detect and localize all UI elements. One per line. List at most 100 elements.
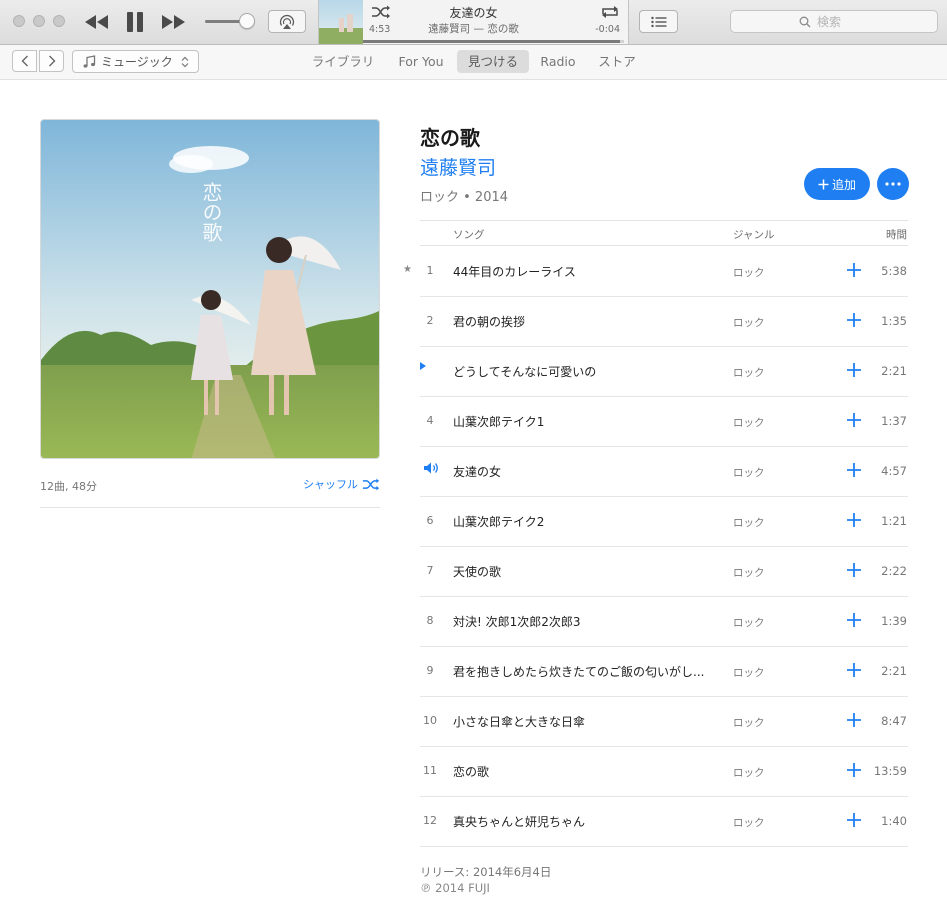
list-icon [650, 16, 666, 27]
tab-for-you[interactable]: For You [390, 50, 452, 73]
playback-progress-bar[interactable] [363, 40, 624, 43]
track-row[interactable]: 6 山葉次郎テイク2 ロック 1:21 [420, 497, 908, 547]
shuffle-button[interactable]: シャッフル [303, 476, 380, 492]
track-row[interactable]: 10 小さな日傘と大きな日傘 ロック 8:47 [420, 697, 908, 747]
ellipsis-icon [885, 182, 901, 186]
remaining-time: -0:04 [595, 24, 620, 35]
track-row[interactable]: どうしてそんなに可愛いの ロック 2:21 [420, 347, 908, 397]
navigation-bar: ミュージック ライブラリ For You 見つける Radio ストア [0, 45, 947, 80]
add-track-plus-icon[interactable] [845, 711, 863, 729]
track-genre: ロック [733, 717, 765, 729]
tab-radio[interactable]: Radio [533, 50, 583, 73]
track-genre: ロック [733, 517, 765, 529]
track-number: 12 [423, 814, 437, 827]
column-header-song[interactable]: ソング [453, 227, 485, 242]
track-duration: 4:57 [881, 464, 907, 478]
previous-track-button[interactable] [84, 12, 110, 32]
column-header-genre[interactable]: ジャンル [733, 227, 774, 242]
track-duration: 1:39 [881, 614, 907, 628]
track-number: 10 [423, 714, 437, 727]
tab-library[interactable]: ライブラリ [304, 50, 382, 73]
add-track-plus-icon[interactable] [845, 561, 863, 579]
track-row[interactable]: 4 山葉次郎テイク1 ロック 1:37 [420, 397, 908, 447]
track-duration: 2:22 [881, 564, 907, 578]
track-table-header: ソング ジャンル 時間 [420, 220, 908, 246]
track-title[interactable]: 山葉次郎テイク2 [453, 513, 713, 530]
divider [40, 507, 380, 508]
media-kind-label: ミュージック [101, 55, 173, 69]
shuffle-label: シャッフル [303, 478, 358, 491]
track-row[interactable]: 9 君を抱きしめたら炊きたてのご飯の匂いがし... ロック 2:21 [420, 647, 908, 697]
column-header-time[interactable]: 時間 [886, 227, 907, 242]
add-track-plus-icon[interactable] [845, 811, 863, 829]
track-row[interactable]: 12 真央ちゃんと妍児ちゃん ロック 1:40 [420, 797, 908, 847]
search-input[interactable] [817, 14, 869, 29]
track-row[interactable]: 11 恋の歌 ロック 13:59 [420, 747, 908, 797]
titlebar: 友達の女 遠藤賢司 — 恋の歌 4:53 -0:04 [0, 0, 947, 45]
track-genre: ロック [733, 367, 765, 379]
add-track-plus-icon[interactable] [845, 461, 863, 479]
add-track-plus-icon[interactable] [845, 761, 863, 779]
track-title[interactable]: どうしてそんなに可愛いの [453, 363, 713, 380]
volume-slider-knob[interactable] [239, 13, 255, 29]
track-number: 6 [426, 514, 434, 527]
fast-forward-icon [162, 15, 185, 29]
track-duration: 13:59 [873, 764, 907, 778]
track-title[interactable]: 山葉次郎テイク1 [453, 413, 713, 430]
more-options-button[interactable] [877, 168, 909, 200]
pause-button[interactable] [124, 10, 146, 34]
speaker-playing-icon [424, 462, 438, 474]
add-track-plus-icon[interactable] [845, 361, 863, 379]
track-title[interactable]: 君を抱きしめたら炊きたてのご飯の匂いがし... [453, 663, 713, 680]
add-track-plus-icon[interactable] [845, 411, 863, 429]
track-number: 2 [426, 314, 434, 327]
track-title[interactable]: 恋の歌 [453, 763, 713, 780]
add-track-plus-icon[interactable] [845, 661, 863, 679]
forward-button[interactable] [39, 50, 64, 72]
next-track-button[interactable] [160, 12, 186, 32]
track-title[interactable]: 44年目のカレーライス [453, 263, 713, 280]
add-track-plus-icon[interactable] [845, 611, 863, 629]
album-genre-year: ロック • 2014 [420, 190, 509, 205]
add-track-plus-icon[interactable] [845, 511, 863, 529]
artist-link[interactable]: 遠藤賢司 [420, 153, 496, 180]
track-genre: ロック [733, 767, 765, 779]
track-genre: ロック [733, 417, 765, 429]
back-button[interactable] [12, 50, 37, 72]
pause-icon [127, 12, 143, 32]
track-row[interactable]: ★ 1 44年目のカレーライス ロック 5:38 [403, 247, 908, 297]
album-title: 恋の歌 [420, 126, 480, 150]
track-duration: 2:21 [881, 364, 907, 378]
add-album-label: 追加 [831, 177, 856, 192]
track-row[interactable]: 2 君の朝の挨拶 ロック 1:35 [420, 297, 908, 347]
now-playing-subtitle: 遠藤賢司 — 恋の歌 [428, 23, 519, 35]
now-playing-display[interactable]: 友達の女 遠藤賢司 — 恋の歌 4:53 -0:04 [318, 0, 629, 44]
track-title[interactable]: 君の朝の挨拶 [453, 313, 713, 330]
shuffle-icon [362, 478, 380, 490]
copyright: ℗ 2014 FUJI [420, 881, 490, 895]
track-title[interactable]: 天使の歌 [453, 563, 713, 580]
add-track-plus-icon[interactable] [845, 311, 863, 329]
tab-store[interactable]: ストア [590, 50, 644, 73]
airplay-button[interactable] [268, 10, 306, 33]
album-artwork[interactable]: 恋の歌 [40, 119, 380, 459]
track-title[interactable]: 真央ちゃんと妍児ちゃん [453, 813, 713, 830]
track-genre: ロック [733, 667, 765, 679]
track-title[interactable]: 小さな日傘と大きな日傘 [453, 713, 713, 730]
zoom-window-button[interactable] [53, 15, 65, 27]
track-row[interactable]: 7 天使の歌 ロック 2:22 [420, 547, 908, 597]
track-title[interactable]: 友達の女 [453, 463, 713, 480]
search-field[interactable] [730, 10, 938, 33]
close-window-button[interactable] [13, 15, 25, 27]
track-title[interactable]: 対決! 次郎1次郎2次郎3 [453, 613, 713, 630]
track-row[interactable]: 友達の女 ロック 4:57 [420, 447, 908, 497]
elapsed-time: 4:53 [369, 24, 391, 35]
track-duration: 1:21 [881, 514, 907, 528]
media-kind-selector[interactable]: ミュージック [72, 50, 199, 73]
add-album-button[interactable]: 追加 [804, 168, 870, 200]
tab-browse[interactable]: 見つける [457, 50, 529, 73]
minimize-window-button[interactable] [33, 15, 45, 27]
track-row[interactable]: 8 対決! 次郎1次郎2次郎3 ロック 1:39 [420, 597, 908, 647]
up-next-button[interactable] [639, 10, 678, 33]
add-track-plus-icon[interactable] [845, 261, 863, 279]
